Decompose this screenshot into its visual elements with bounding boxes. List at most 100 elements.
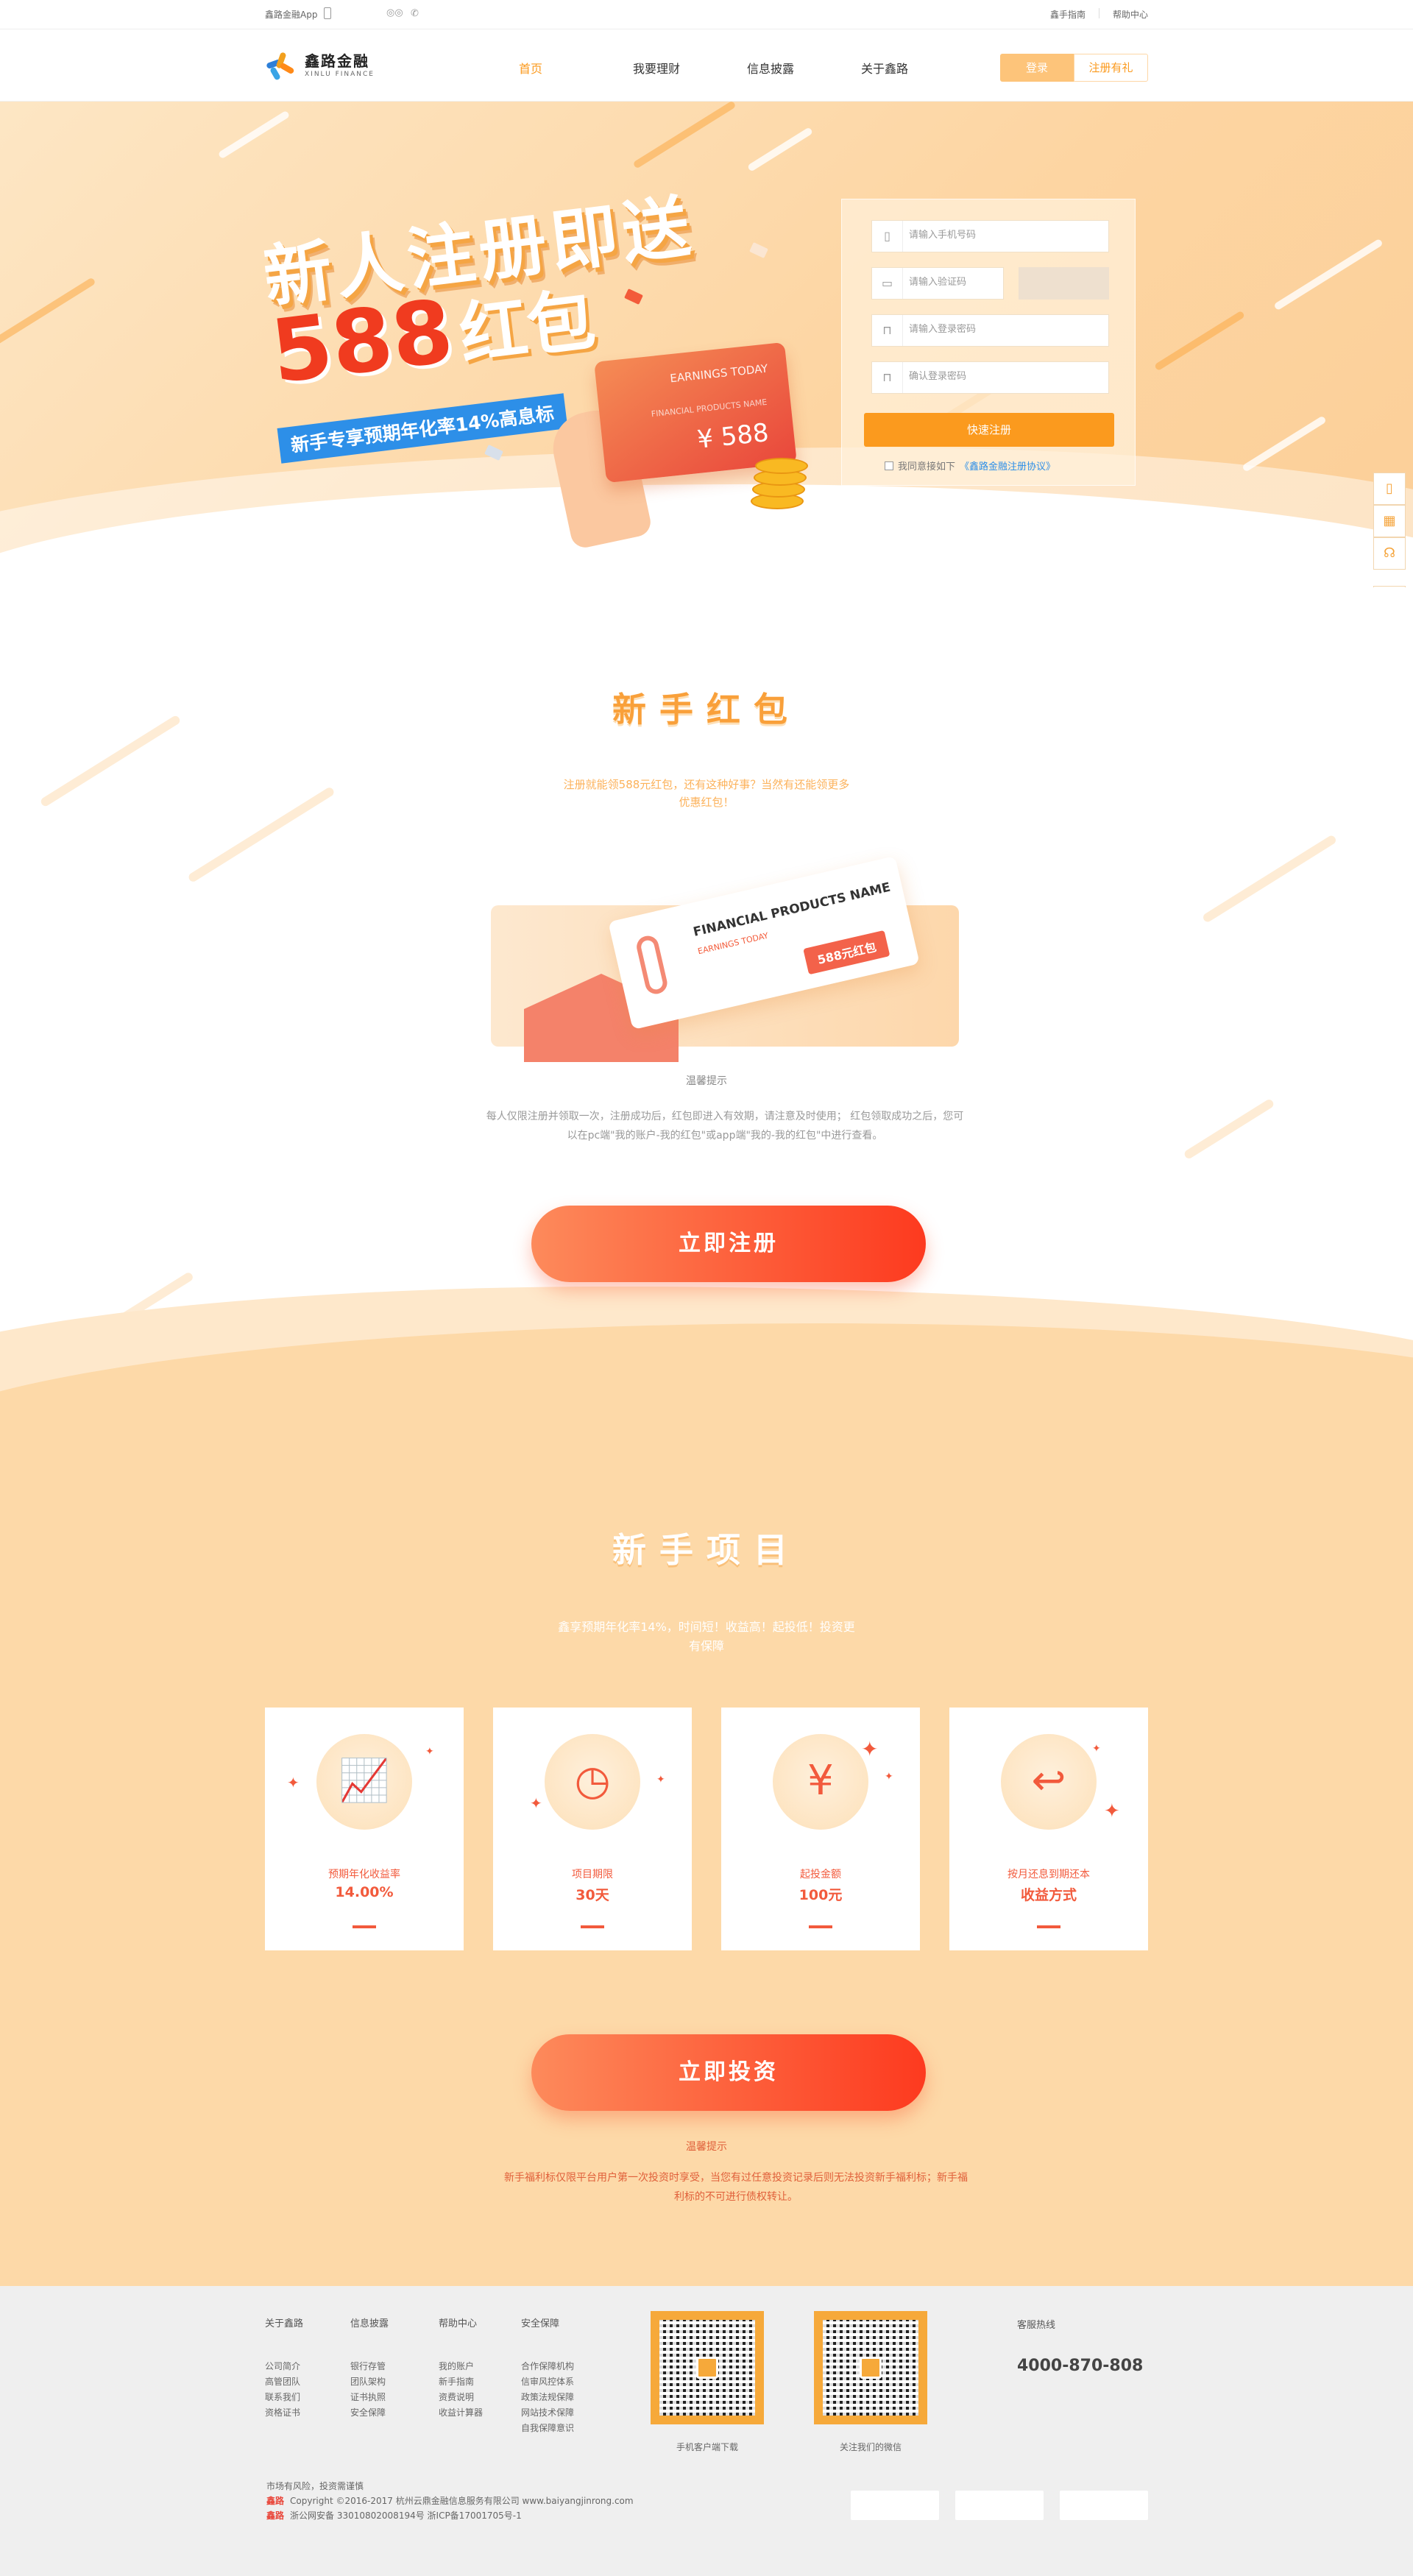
footer-link[interactable]: 收益计算器 — [439, 2405, 483, 2421]
trust-badge[interactable] — [851, 2491, 939, 2520]
footer-link[interactable]: 资格证书 — [265, 2405, 303, 2421]
footer-link[interactable]: 高管团队 — [265, 2374, 303, 2390]
card-label: 起投金额 — [800, 1869, 841, 1880]
footer-link[interactable]: 网站技术保障 — [521, 2405, 574, 2421]
nav-invest[interactable]: 我要理财 — [633, 59, 747, 77]
calculator-icon[interactable]: ▦ — [1373, 505, 1406, 537]
decor-streak — [632, 102, 737, 169]
guide-link[interactable]: 鑫手指南 — [1050, 8, 1086, 21]
footer-link[interactable]: 新手指南 — [439, 2374, 483, 2390]
wechat-icon[interactable]: ◎◎ — [386, 8, 403, 18]
copyright-text: Copyright ©2016-2017 杭州云鼎金融信息服务有限公司 www.… — [290, 2496, 634, 2506]
top-right-links: 鑫手指南 帮助中心 — [1050, 8, 1148, 21]
help-center-link[interactable]: 帮助中心 — [1113, 8, 1148, 21]
app-qr-caption: 手机客户端下载 — [676, 2442, 738, 2452]
redpacket-tip-title: 温馨提示 — [686, 1075, 727, 1087]
footer-col-head: 安全保障 — [521, 2318, 560, 2329]
card-underline — [1037, 1925, 1060, 1928]
footer-link[interactable]: 联系我们 — [265, 2390, 303, 2405]
redpacket-desc: 注册就能领588元红包，还有这种好事？当然有还能领更多优惠红包！ — [563, 778, 850, 809]
customer-service-icon[interactable]: ☊ — [1373, 537, 1406, 570]
decor-streak — [1242, 415, 1327, 473]
register-button[interactable]: 注册有礼 — [1074, 54, 1148, 82]
trust-badge[interactable] — [1060, 2491, 1148, 2520]
captcha-icon: ▭ — [872, 268, 903, 299]
app-download-link[interactable]: 鑫路金融App — [265, 8, 317, 21]
captcha-field[interactable]: ▭ — [871, 267, 1004, 300]
footer-link[interactable]: 证书执照 — [350, 2390, 389, 2405]
hero-amount-word: 红包 — [455, 280, 600, 375]
mobile-phone-icon[interactable] — [324, 7, 331, 19]
footer-link[interactable]: 公司简介 — [265, 2359, 303, 2374]
footer-link[interactable]: 团队架构 — [350, 2374, 389, 2390]
trust-badge[interactable] — [955, 2491, 1044, 2520]
project-card: ¥ ✦ ✦ 起投金额 100元 — [721, 1708, 920, 1950]
logo[interactable]: 鑫路金融 XINLU FINANCE — [265, 49, 375, 82]
copyright-label: 鑫路 — [266, 2496, 285, 2506]
coins-icon: ¥ — [807, 1757, 834, 1805]
projects-desc: 鑫享预期年化率14%，时间短！收益高！起投低！投资更有保障 — [558, 1620, 855, 1653]
return-icon: ↩ — [1031, 1757, 1066, 1805]
logo-name: 鑫路金融 — [305, 52, 369, 70]
footer-link[interactable]: 我的账户 — [439, 2359, 483, 2374]
sparkle-icon: ✦ — [861, 1737, 879, 1761]
qr-logo-icon — [696, 2357, 718, 2379]
register-form: ▯ ▭ ⊓ ⊓ 快速注册 我同意接如下 《鑫路金融注册协议》 — [841, 199, 1136, 486]
confetti-decor — [624, 289, 643, 305]
footer-link[interactable]: 自我保障意识 — [521, 2421, 574, 2436]
decor-streak — [0, 277, 96, 346]
nav-home[interactable]: 首页 — [519, 59, 633, 77]
login-button[interactable]: 登录 — [1000, 54, 1074, 82]
decor-streak — [1201, 834, 1338, 924]
ticket-product: FINANCIAL PRODUCTS NAME — [692, 880, 892, 940]
footer-link[interactable]: 信审风控体系 — [521, 2374, 574, 2390]
agreement-link[interactable]: 《鑫路金融注册协议》 — [960, 459, 1055, 473]
coin-icon — [755, 458, 808, 474]
confirm-password-field[interactable]: ⊓ — [871, 361, 1109, 394]
logo-mark-icon — [265, 49, 297, 82]
card-label: 预期年化收益率 — [328, 1869, 400, 1880]
card-product: FINANCIAL PRODUCTS NAME — [651, 397, 768, 420]
confetti-decor — [749, 242, 768, 258]
sparkle-icon: ✦ — [1104, 1800, 1120, 1822]
footer-col-head: 关于鑫路 — [265, 2318, 304, 2329]
project-cards: 📈 ✦ ✦ 预期年化收益率 14.00% ◷ ✦ ✦ 项目期限 30天 ¥ ✦ … — [265, 1708, 1148, 1950]
hotline-label: 客服热线 — [1017, 2320, 1056, 2331]
agreement-checkbox[interactable] — [885, 461, 893, 470]
card-value: 14.00% — [335, 1884, 394, 1900]
copyright-line: 鑫路 Copyright ©2016-2017 杭州云鼎金融信息服务有限公司 ww… — [266, 2494, 634, 2508]
card-label: 按月还息到期还本 — [1007, 1869, 1090, 1880]
quick-register-button[interactable]: 快速注册 — [864, 413, 1114, 447]
card-title: EARNINGS TODAY — [669, 361, 769, 386]
agreement-text: 我同意接如下 — [898, 461, 956, 473]
phone-input[interactable] — [909, 230, 1100, 241]
nav-disclosure[interactable]: 信息披露 — [747, 59, 861, 77]
telephone-icon[interactable]: ✆ — [411, 8, 422, 20]
password-field[interactable]: ⊓ — [871, 314, 1109, 347]
footer-link[interactable]: 合作保障机构 — [521, 2359, 574, 2374]
footer-link[interactable]: 银行存管 — [350, 2359, 389, 2374]
risk-warning: 市场有风险，投资需谨慎 — [266, 2481, 364, 2491]
footer-legal: 市场有风险，投资需谨慎 鑫路 Copyright ©2016-2017 杭州云鼎金… — [266, 2479, 634, 2523]
sparkle-icon: ✦ — [287, 1774, 300, 1791]
main-nav: 鑫路金融 XINLU FINANCE 首页 我要理财 信息披露 关于鑫路 登录 … — [0, 29, 1413, 102]
register-now-button[interactable]: 立即注册 — [531, 1206, 926, 1282]
redpacket-tip-text: 每人仅限注册并领取一次，注册成功后，红包即进入有效期，请注意及时使用； 红包领取… — [486, 1111, 964, 1142]
invest-now-button[interactable]: 立即投资 — [531, 2034, 926, 2111]
decor-streak — [1273, 238, 1384, 311]
mobile-app-icon[interactable]: ▯ — [1373, 473, 1406, 505]
nav-about[interactable]: 关于鑫路 — [861, 59, 975, 77]
footer-link[interactable]: 资费说明 — [439, 2390, 483, 2405]
redpacket-title: 新手红包 — [612, 690, 801, 729]
captcha-input[interactable] — [909, 277, 997, 288]
confirm-password-input[interactable] — [909, 371, 1100, 382]
logo-english: XINLU FINANCE — [305, 71, 375, 78]
footer-link[interactable]: 安全保障 — [350, 2405, 389, 2421]
footer-link[interactable]: 政策法规保障 — [521, 2390, 574, 2405]
card-underline — [581, 1925, 604, 1928]
card-value: 收益方式 — [1020, 1887, 1077, 1903]
decor-streak — [187, 785, 336, 884]
password-input[interactable] — [909, 324, 1100, 335]
phone-field[interactable]: ▯ — [871, 220, 1109, 252]
captcha-image[interactable] — [1019, 267, 1109, 300]
